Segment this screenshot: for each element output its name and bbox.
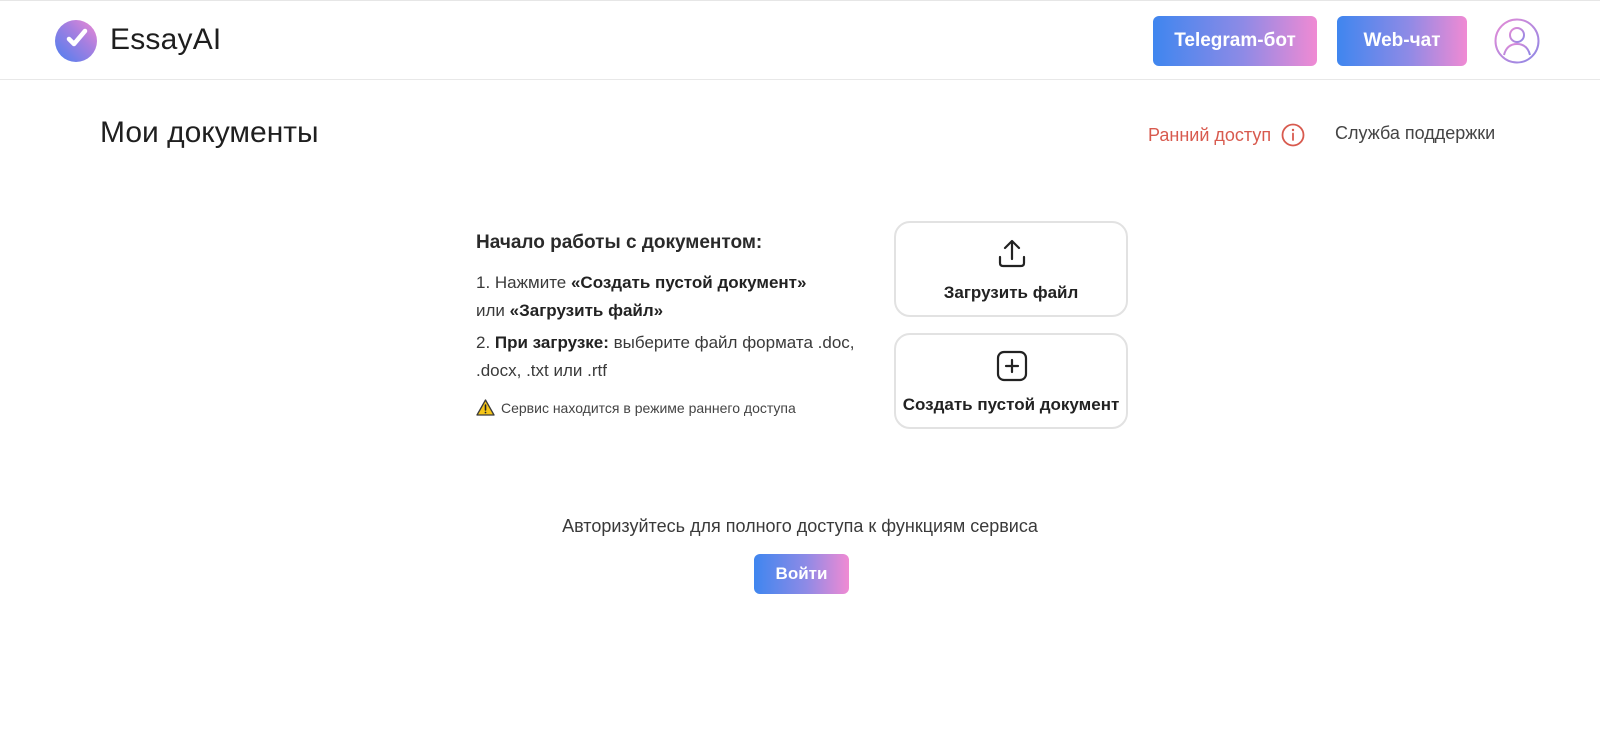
auth-prompt: Авторизуйтесь для полного доступа к функ… [562,516,1038,536]
instruction-step-2: 2. При загрузке: выберите файл формата .… [476,329,866,385]
upload-file-card[interactable]: Загрузить файл [894,221,1128,317]
step1-create-empty-ref: «Создать пустой документ» [570,273,807,292]
early-access-link[interactable]: Ранний доступ [1148,121,1305,149]
web-chat-button[interactable]: Web-чат [1337,16,1467,66]
user-avatar-icon[interactable] [1494,18,1540,64]
step1-or: или [476,301,510,320]
telegram-bot-button[interactable]: Telegram-бот [1153,16,1317,66]
essayai-logo-icon[interactable] [54,19,98,63]
create-empty-document-label: Создать пустой документ [902,395,1120,414]
step1-upload-ref: «Загрузить файл» [509,301,664,320]
instructions-title: Начало работы с документом: [476,232,763,253]
support-link[interactable]: Служба поддержки [1335,123,1495,144]
plus-square-icon [996,350,1028,382]
upload-file-label: Загрузить файл [943,283,1079,302]
step2-upload-label: При загрузке: [494,333,609,352]
top-header: EssayAI Telegram-бот Web-чат [0,0,1600,80]
instructions-panel: Начало работы с документом: 1. Нажмите «… [476,232,866,416]
instruction-step-1: 1. Нажмите «Создать пустой документ» или… [476,269,866,325]
info-icon[interactable] [1281,123,1305,147]
warning-text: Сервис находится в режиме раннего доступ… [501,399,796,416]
upload-icon [998,239,1026,268]
login-button[interactable]: Войти [754,554,849,594]
step2-prefix: 2. [476,333,495,352]
warning-icon [476,399,495,416]
early-access-warning: Сервис находится в режиме раннего доступ… [476,399,866,416]
page-title: Мои документы [100,116,319,149]
early-access-label: Ранний доступ [1148,124,1272,145]
create-empty-document-card[interactable]: Создать пустой документ [894,333,1128,429]
step1-prefix: 1. Нажмите [476,273,571,292]
brand-name: EssayAI [110,23,222,56]
